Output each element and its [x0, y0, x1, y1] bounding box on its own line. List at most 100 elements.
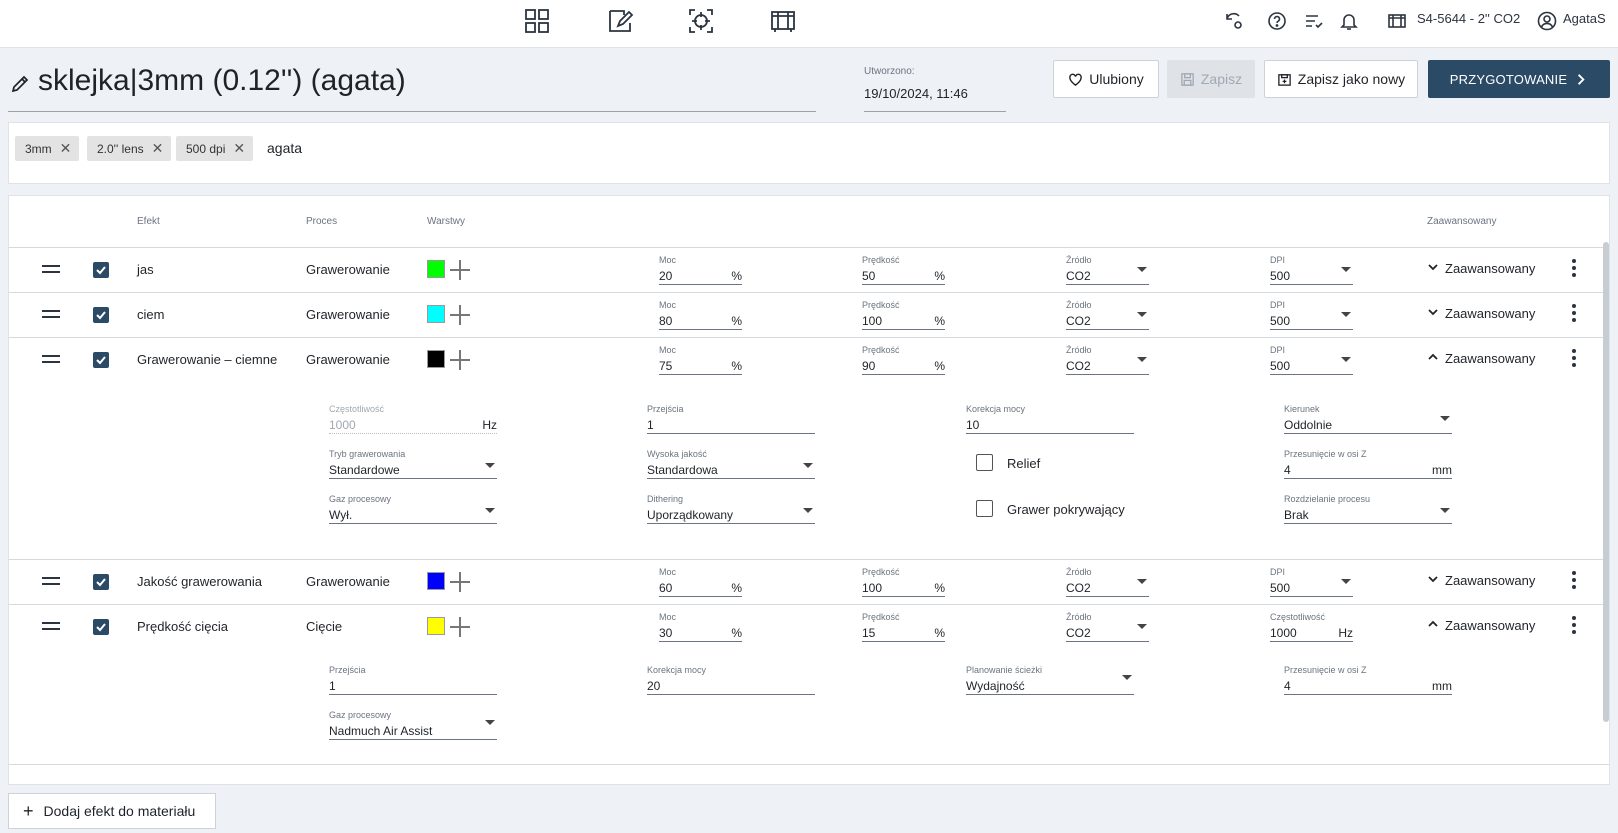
header-layers: Warstwy	[427, 216, 465, 227]
layer-color-swatch[interactable]	[427, 260, 445, 278]
tag-chip[interactable]: 3mm ✕	[15, 136, 80, 161]
chevron-right-icon	[1578, 73, 1585, 85]
power-field[interactable]: Moc 20%	[659, 255, 742, 285]
help-icon[interactable]	[1266, 10, 1288, 32]
z-shift-field[interactable]: Przesunięcie w osi Z 4 mm	[1284, 665, 1452, 695]
more-options-icon[interactable]	[1571, 571, 1577, 591]
drag-handle-icon[interactable]	[42, 622, 60, 630]
advanced-toggle[interactable]: Zaawansowany	[1427, 618, 1535, 633]
crosshair-icon[interactable]	[686, 6, 716, 36]
tasks-icon[interactable]	[1303, 10, 1325, 32]
effect-checkbox[interactable]	[93, 262, 109, 278]
power-correction-field[interactable]: Korekcja mocy 20	[647, 665, 815, 695]
power-field[interactable]: Moc 80%	[659, 300, 742, 330]
advanced-toggle[interactable]: Zaawansowany	[1427, 306, 1535, 321]
power-field[interactable]: Moc 60%	[659, 567, 742, 597]
source-select[interactable]: Źródło CO2	[1066, 612, 1149, 642]
more-options-icon[interactable]	[1571, 304, 1577, 324]
add-layer-icon[interactable]	[450, 305, 470, 325]
save-button[interactable]: Zapisz	[1167, 60, 1255, 98]
power-correction-field[interactable]: Korekcja mocy 10	[966, 404, 1134, 434]
advanced-toggle[interactable]: Zaawansowany	[1427, 573, 1535, 588]
layer-color-swatch[interactable]	[427, 617, 445, 635]
overlap-engrave-checkbox[interactable]	[976, 500, 993, 517]
effect-checkbox[interactable]	[93, 307, 109, 323]
high-quality-select[interactable]: Wysoka jakość Standardowa	[647, 449, 815, 479]
process-split-select[interactable]: Rozdzielanie procesu Brak	[1284, 494, 1452, 524]
sync-settings-icon[interactable]	[1223, 10, 1245, 32]
drag-handle-icon[interactable]	[42, 310, 60, 318]
engraving-mode-select[interactable]: Tryb grawerowania Standardowe	[329, 449, 497, 479]
advanced-toggle[interactable]: Zaawansowany	[1427, 261, 1535, 276]
divider	[9, 337, 1609, 338]
direction-select[interactable]: Kierunek Oddolnie	[1284, 404, 1452, 434]
laser-machine-icon[interactable]	[1386, 10, 1408, 32]
save-as-new-button[interactable]: Zapisz jako nowy	[1264, 60, 1418, 98]
vertical-scrollbar[interactable]	[1603, 242, 1609, 722]
speed-field[interactable]: Prędkość 90%	[862, 345, 945, 375]
frequency-field[interactable]: Częstotliwość 1000 Hz	[1270, 612, 1353, 642]
add-layer-icon[interactable]	[450, 350, 470, 370]
close-icon[interactable]: ✕	[60, 140, 72, 157]
close-icon[interactable]: ✕	[152, 140, 164, 157]
process-gas-select[interactable]: Gaz procesowy Wył.	[329, 494, 497, 524]
prepare-button[interactable]: PRZYGOTOWANIE	[1428, 60, 1610, 98]
tag-input-text[interactable]: agata	[267, 140, 302, 156]
tag-chip[interactable]: 500 dpi ✕	[176, 136, 254, 161]
drag-handle-icon[interactable]	[42, 577, 60, 585]
more-options-icon[interactable]	[1571, 259, 1577, 279]
page-title[interactable]: sklejka|3mm (0.12'') (agata)	[38, 64, 406, 98]
source-select[interactable]: Źródło CO2	[1066, 300, 1149, 330]
dithering-select[interactable]: Dithering Uporządkowany	[647, 494, 815, 524]
user-name[interactable]: AgataS	[1563, 11, 1606, 26]
passes-field[interactable]: Przejścia 1	[647, 404, 815, 434]
z-shift-field[interactable]: Przesunięcie w osi Z 4 mm	[1284, 449, 1452, 479]
more-options-icon[interactable]	[1571, 616, 1577, 636]
add-layer-icon[interactable]	[450, 617, 470, 637]
dpi-select[interactable]: DPI 500	[1270, 255, 1353, 285]
power-field[interactable]: Moc 75%	[659, 345, 742, 375]
effects-table: Efekt Proces Warstwy Zaawansowany jas Gra…	[8, 195, 1610, 785]
chevron-down-icon	[1341, 579, 1351, 584]
close-icon[interactable]: ✕	[233, 140, 245, 157]
layer-color-swatch[interactable]	[427, 572, 445, 590]
more-options-icon[interactable]	[1571, 349, 1577, 369]
dpi-select[interactable]: DPI 500	[1270, 567, 1353, 597]
add-layer-icon[interactable]	[450, 260, 470, 280]
grid-icon[interactable]	[522, 6, 552, 36]
edit-design-icon[interactable]	[605, 6, 635, 36]
source-select[interactable]: Źródło CO2	[1066, 567, 1149, 597]
effect-checkbox[interactable]	[93, 352, 109, 368]
machine-icon[interactable]	[768, 6, 798, 36]
relief-checkbox[interactable]	[976, 454, 993, 471]
add-effect-button[interactable]: + Dodaj efekt do materiału	[8, 793, 216, 829]
passes-field[interactable]: Przejścia 1	[329, 665, 497, 695]
material-title-field[interactable]: sklejka|3mm (0.12'') (agata)	[8, 60, 816, 112]
chevron-down-icon	[1137, 579, 1147, 584]
source-select[interactable]: Źródło CO2	[1066, 345, 1149, 375]
speed-field[interactable]: Prędkość 15%	[862, 612, 945, 642]
speed-field[interactable]: Prędkość 50%	[862, 255, 945, 285]
advanced-toggle[interactable]: Zaawansowany	[1427, 351, 1535, 366]
tags-input[interactable]: 3mm ✕ 2.0'' lens ✕ 500 dpi ✕ agata	[8, 122, 1610, 184]
speed-field[interactable]: Prędkość 100%	[862, 567, 945, 597]
effect-checkbox[interactable]	[93, 574, 109, 590]
notifications-icon[interactable]	[1338, 10, 1360, 32]
machine-label[interactable]: S4-5644 - 2'' CO2	[1417, 11, 1520, 26]
tag-chip[interactable]: 2.0'' lens ✕	[87, 136, 172, 161]
user-icon[interactable]	[1536, 10, 1558, 32]
layer-color-swatch[interactable]	[427, 350, 445, 368]
add-layer-icon[interactable]	[450, 572, 470, 592]
drag-handle-icon[interactable]	[42, 355, 60, 363]
power-field[interactable]: Moc 30%	[659, 612, 742, 642]
favorite-button[interactable]: Ulubiony	[1053, 60, 1159, 98]
dpi-select[interactable]: DPI 500	[1270, 300, 1353, 330]
source-select[interactable]: Źródło CO2	[1066, 255, 1149, 285]
effect-checkbox[interactable]	[93, 619, 109, 635]
dpi-select[interactable]: DPI 500	[1270, 345, 1353, 375]
process-gas-select[interactable]: Gaz procesowy Nadmuch Air Assist	[329, 710, 497, 740]
layer-color-swatch[interactable]	[427, 305, 445, 323]
drag-handle-icon[interactable]	[42, 265, 60, 273]
path-planning-select[interactable]: Planowanie ścieżki Wydajność	[966, 665, 1134, 695]
speed-field[interactable]: Prędkość 100%	[862, 300, 945, 330]
